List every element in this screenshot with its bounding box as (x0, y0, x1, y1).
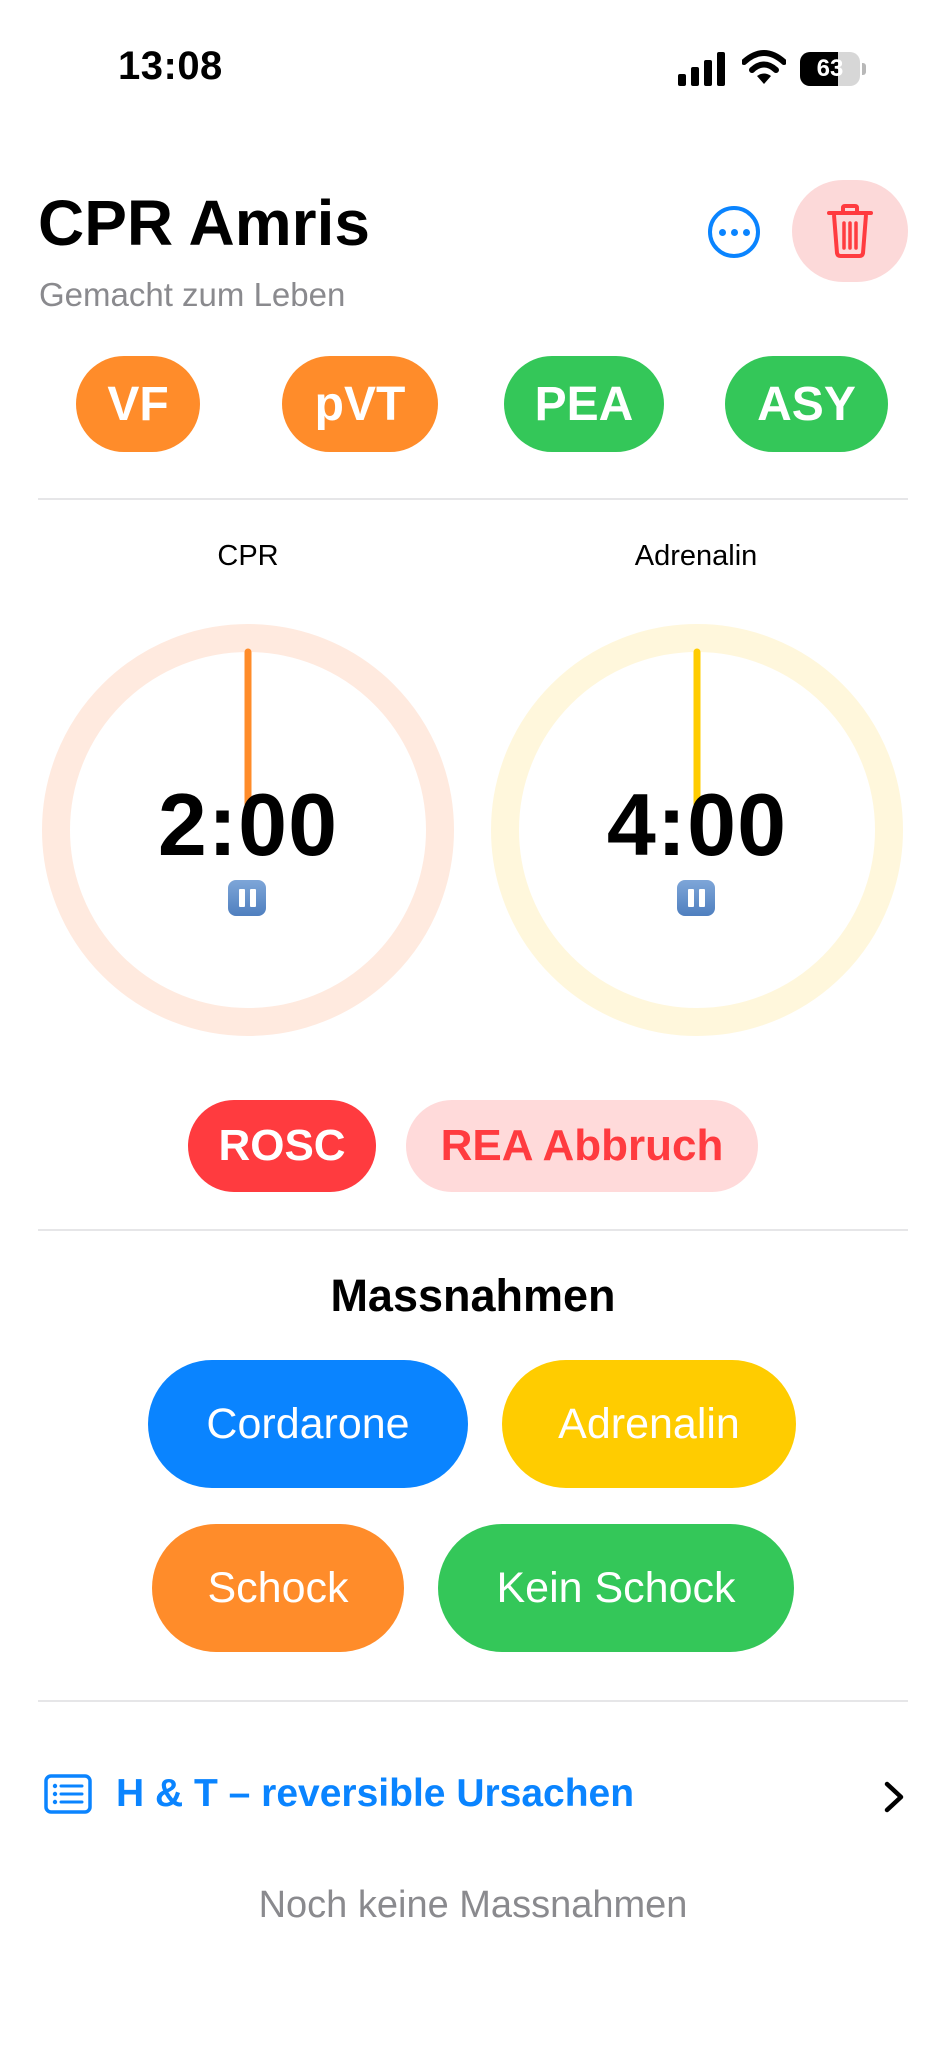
page-subtitle: Gemacht zum Leben (39, 276, 346, 313)
reversible-causes-label[interactable]: H & T – reversible Ursachen (116, 1772, 634, 1816)
cpr-timer-label: CPR (217, 540, 279, 572)
pause-icon[interactable] (677, 880, 715, 916)
rhythm-pvt-button[interactable]: pVT (282, 356, 438, 452)
rhythm-asy-button[interactable]: ASY (725, 356, 888, 452)
adrenalin-button[interactable]: Adrenalin (502, 1360, 796, 1488)
pause-icon[interactable] (228, 880, 266, 916)
divider (38, 1700, 908, 1702)
adrenalin-timer[interactable]: 4:00 (491, 624, 903, 1036)
adrenalin-timer-label: Adrenalin (634, 540, 758, 572)
cellular-signal-icon (678, 52, 725, 86)
ellipsis-icon (718, 228, 726, 236)
list-icon (44, 1774, 92, 1814)
status-time: 13:08 (118, 44, 223, 88)
page-title: CPR Amris (38, 187, 370, 259)
adrenalin-timer-value: 4:00 (606, 775, 788, 874)
more-options-button[interactable] (708, 206, 760, 258)
divider (38, 498, 908, 500)
massnahmen-title: Massnahmen (330, 1270, 616, 1321)
rhythm-pea-button[interactable]: PEA (504, 356, 664, 452)
battery-percentage: 63 (816, 55, 844, 82)
wifi-icon (742, 50, 786, 84)
schock-button[interactable]: Schock (152, 1524, 404, 1652)
cpr-timer-value: 2:00 (157, 775, 339, 874)
divider (38, 1229, 908, 1231)
empty-state-text: Noch keine Massnahmen (258, 1884, 688, 1926)
chevron-right-icon[interactable] (882, 1780, 906, 1814)
rhythm-vf-button[interactable]: VF (76, 356, 200, 452)
kein-schock-button[interactable]: Kein Schock (438, 1524, 794, 1652)
cpr-timer[interactable]: 2:00 (42, 624, 454, 1036)
cordarone-button[interactable]: Cordarone (148, 1360, 468, 1488)
battery-icon: 63 (800, 52, 866, 86)
rea-abbruch-button[interactable]: REA Abbruch (406, 1100, 758, 1192)
delete-button[interactable] (792, 180, 908, 282)
rosc-button[interactable]: ROSC (188, 1100, 376, 1192)
trash-icon (827, 204, 873, 258)
